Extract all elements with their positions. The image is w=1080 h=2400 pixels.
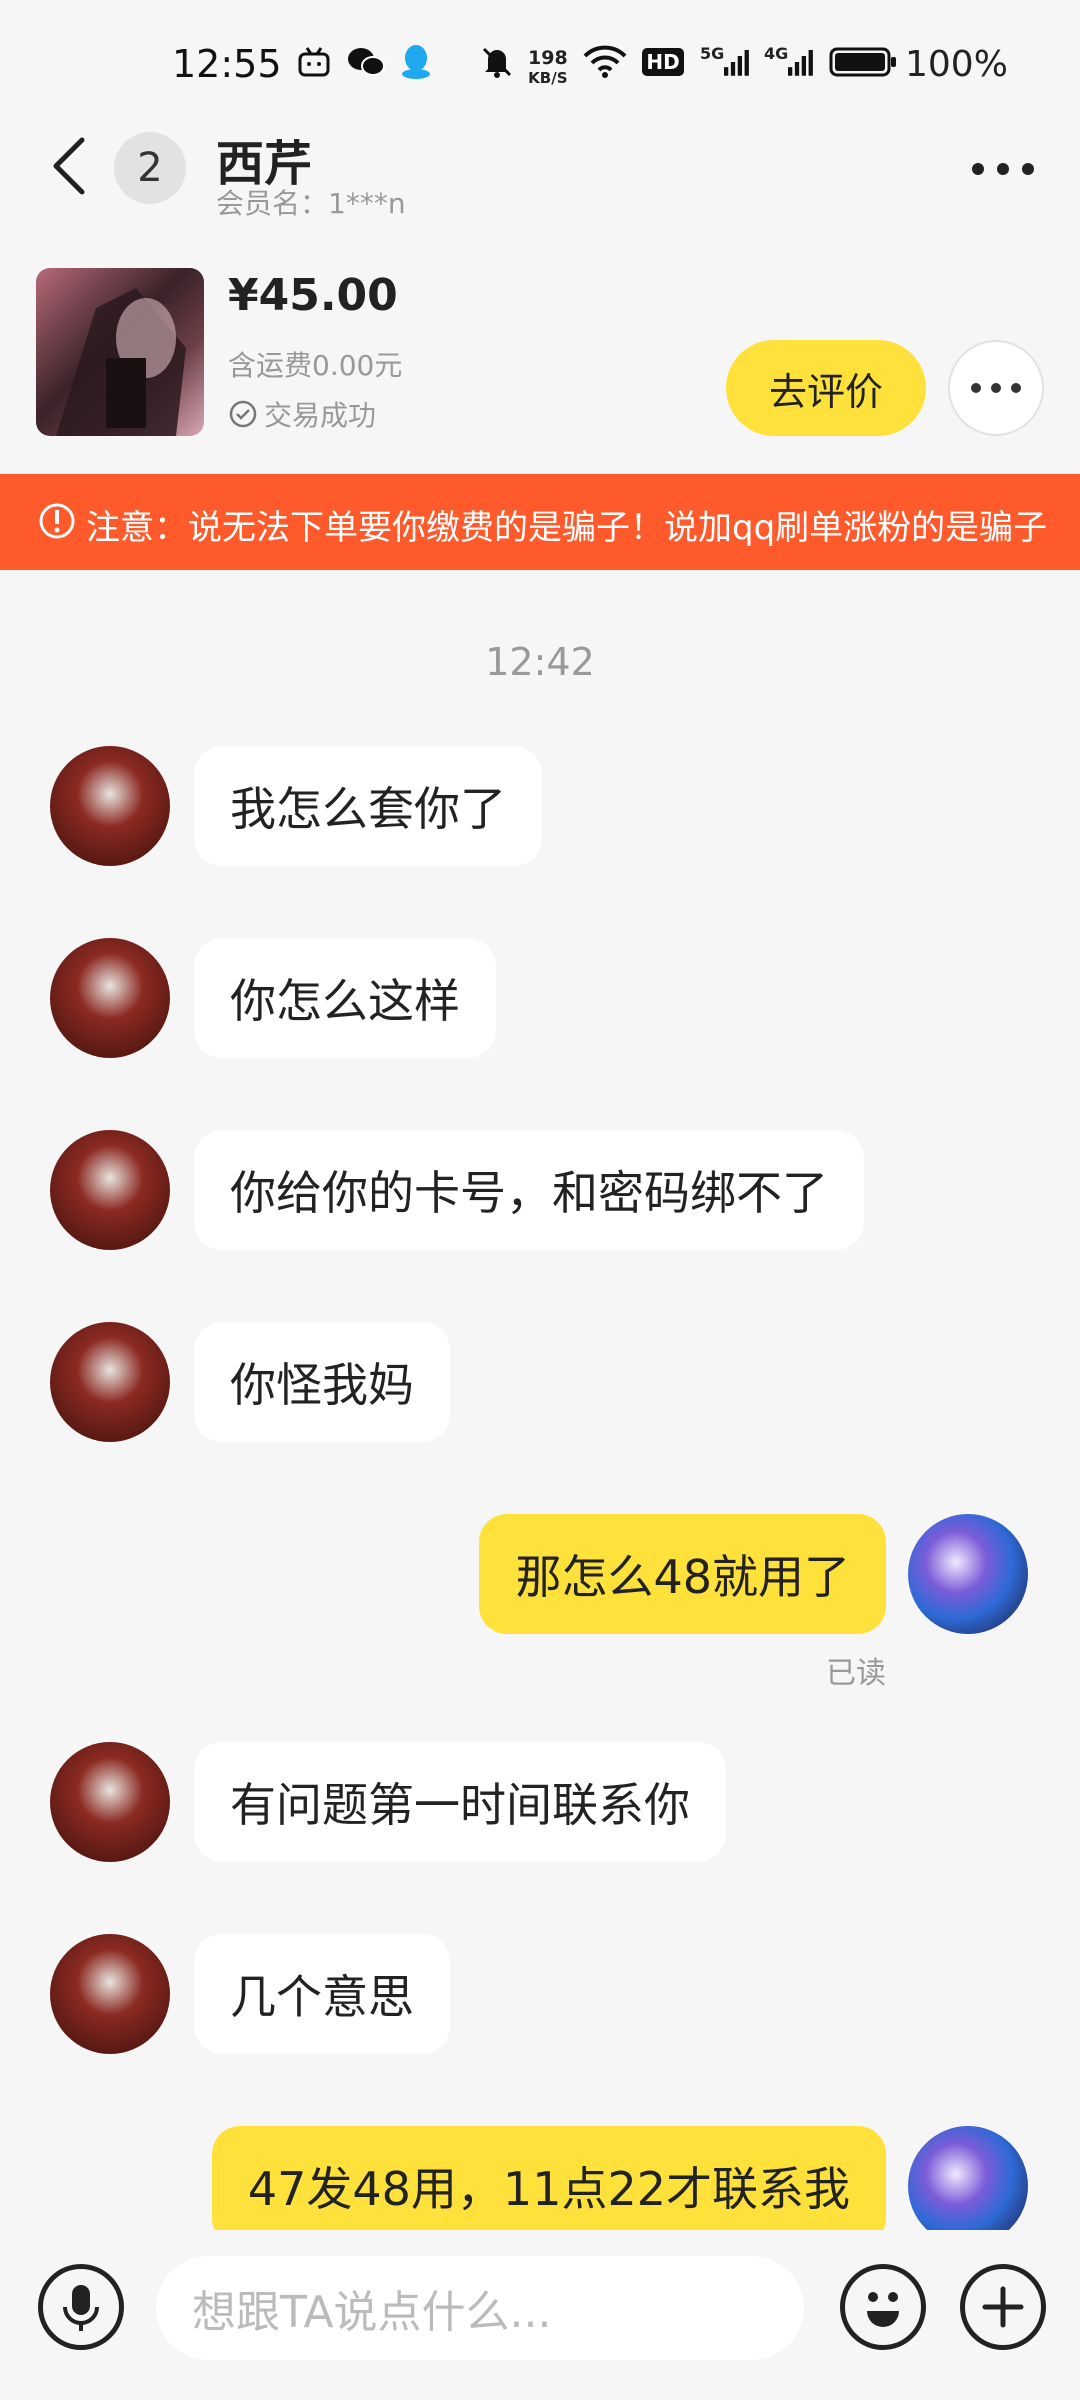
input-bar: 想跟TA说点什么... bbox=[0, 2230, 1080, 2400]
battery-percent: 100% bbox=[905, 44, 1008, 85]
chat-list[interactable]: 12:42 我怎么套你了 你怎么这样 你给你的卡号，和密码绑不了 你怪我妈 那怎… bbox=[0, 570, 1080, 2230]
contact-avatar[interactable] bbox=[50, 1130, 170, 1250]
read-receipt: 已读 bbox=[826, 1656, 886, 1691]
hd-icon: HD bbox=[642, 44, 684, 80]
signal-4g-icon: 4G bbox=[764, 44, 814, 80]
microphone-icon bbox=[63, 2285, 99, 2331]
signal-5g-icon: 5G bbox=[700, 44, 750, 80]
emoji-button[interactable] bbox=[840, 2264, 926, 2350]
member-name: 会员名：1***n bbox=[216, 187, 406, 220]
warning-text: 注意：说无法下单要你缴费的是骗子！说加qq刷单涨粉的是骗子 bbox=[86, 508, 1046, 548]
add-attachment-button[interactable] bbox=[960, 2264, 1046, 2350]
wechat-icon bbox=[346, 44, 386, 80]
message-bubble[interactable]: 几个意思 bbox=[194, 1934, 450, 2054]
plus-icon bbox=[982, 2286, 1024, 2328]
bilibili-icon bbox=[296, 44, 332, 80]
own-avatar[interactable] bbox=[908, 2126, 1028, 2230]
contact-avatar[interactable] bbox=[50, 1742, 170, 1862]
order-status: 交易成功 bbox=[228, 394, 376, 434]
battery-icon bbox=[828, 44, 898, 80]
unread-count-badge[interactable]: 2 bbox=[114, 132, 186, 204]
warning-banner: 注意：说无法下单要你缴费的是骗子！说加qq刷单涨粉的是骗子 bbox=[0, 474, 1080, 570]
status-time: 12:55 bbox=[172, 42, 282, 86]
own-avatar[interactable] bbox=[908, 1514, 1028, 1634]
chevron-left-icon bbox=[53, 137, 85, 195]
own-message-bubble[interactable]: 47发48用，11点22才联系我 bbox=[211, 2126, 886, 2230]
contact-avatar[interactable] bbox=[50, 938, 170, 1058]
message-bubble[interactable]: 你怪我妈 bbox=[194, 1322, 450, 1442]
net-speed: 198 KB/S bbox=[528, 47, 568, 87]
product-card[interactable]: ¥45.00 含运费0.00元 交易成功 去评价 bbox=[0, 248, 1080, 474]
product-thumbnail[interactable] bbox=[36, 268, 204, 436]
check-circle-icon bbox=[229, 400, 257, 428]
more-icon bbox=[972, 163, 1034, 175]
message-input[interactable]: 想跟TA说点什么... bbox=[156, 2256, 804, 2360]
order-status-label: 交易成功 bbox=[264, 399, 377, 432]
mute-icon bbox=[478, 44, 516, 80]
contact-avatar[interactable] bbox=[50, 1322, 170, 1442]
review-button[interactable]: 去评价 bbox=[726, 340, 926, 436]
card-more-button[interactable] bbox=[948, 340, 1044, 436]
shipping-fee: 含运费0.00元 bbox=[228, 349, 403, 382]
back-button[interactable] bbox=[48, 136, 108, 212]
chat-timestamp: 12:42 bbox=[485, 640, 595, 684]
product-price: ¥45.00 bbox=[228, 270, 398, 321]
wifi-icon bbox=[582, 44, 628, 80]
more-icon bbox=[971, 383, 1021, 393]
alert-icon bbox=[39, 503, 75, 539]
voice-button[interactable] bbox=[38, 2264, 124, 2350]
qq-icon bbox=[398, 44, 434, 80]
status-bar: 12:55 198 KB/S HD 5G 4G 100% bbox=[0, 0, 1080, 130]
own-message-bubble[interactable]: 那怎么48就用了 bbox=[479, 1514, 886, 1634]
message-bubble[interactable]: 我怎么套你了 bbox=[194, 746, 542, 866]
message-bubble[interactable]: 有问题第一时间联系你 bbox=[194, 1742, 726, 1862]
contact-avatar[interactable] bbox=[50, 746, 170, 866]
contact-avatar[interactable] bbox=[50, 1934, 170, 2054]
chat-header: 2 西芹 会员名：1***n bbox=[0, 120, 1080, 230]
message-bubble[interactable]: 你怎么这样 bbox=[194, 938, 496, 1058]
emoji-icon bbox=[867, 2292, 899, 2327]
more-options-button[interactable] bbox=[968, 154, 1038, 184]
message-bubble[interactable]: 你给你的卡号，和密码绑不了 bbox=[194, 1130, 864, 1250]
